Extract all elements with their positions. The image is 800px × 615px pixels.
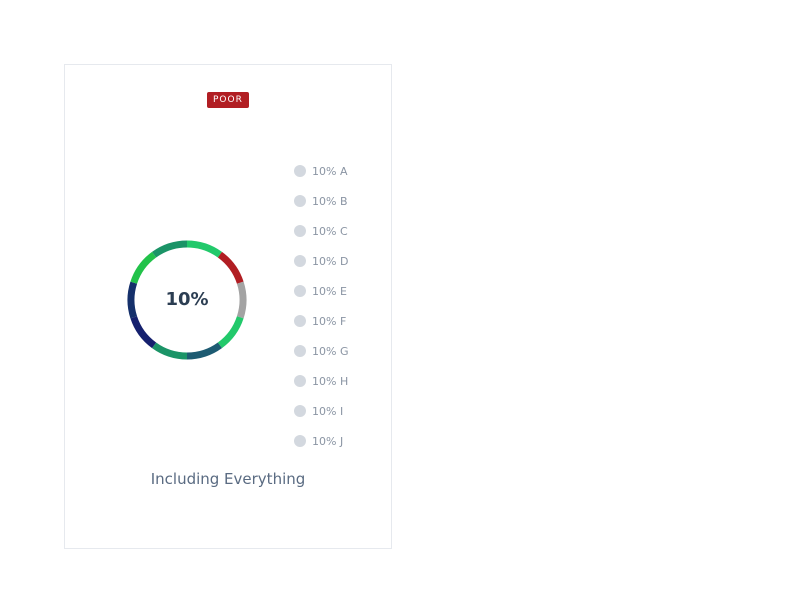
legend-item: 10% G	[294, 336, 348, 366]
legend-marker	[294, 315, 306, 327]
legend-marker	[294, 165, 306, 177]
legend-item: 10% F	[294, 306, 348, 336]
legend-label: 10% I	[312, 404, 344, 418]
legend-item: 10% I	[294, 396, 348, 426]
legend-item: 10% B	[294, 186, 348, 216]
status-badge: POOR	[207, 92, 249, 108]
legend-label: 10% C	[312, 224, 348, 238]
legend-marker	[294, 345, 306, 357]
legend-item: 10% H	[294, 366, 348, 396]
card-caption: Including Everything	[150, 470, 306, 488]
legend-item: 10% C	[294, 216, 348, 246]
legend-label: 10% J	[312, 434, 344, 448]
legend-item: 10% J	[294, 426, 348, 456]
legend-marker	[294, 225, 306, 237]
legend-label: 10% A	[312, 164, 348, 178]
legend-marker	[294, 405, 306, 417]
legend-item: 10% E	[294, 276, 348, 306]
legend-label: 10% D	[312, 254, 349, 268]
legend-marker	[294, 435, 306, 447]
legend-label: 10% G	[312, 344, 349, 358]
legend-label: 10% H	[312, 374, 349, 388]
legend-label: 10% E	[312, 284, 347, 298]
donut-chart: 10%	[123, 236, 251, 364]
chart-legend: 10% A 10% B 10% C 10% D 10% E 10% F 10% G 10% H…	[294, 156, 348, 456]
legend-marker	[294, 375, 306, 387]
legend-item: 10% A	[294, 156, 348, 186]
legend-marker	[294, 195, 306, 207]
score-card: POOR 10% 10% A 10% B 10% C 10% D 10% E 10% F1…	[64, 64, 392, 549]
legend-label: 10% B	[312, 194, 348, 208]
donut-center-value: 10%	[165, 289, 209, 310]
legend-label: 10% F	[312, 314, 347, 328]
legend-marker	[294, 285, 306, 297]
legend-item: 10% D	[294, 246, 348, 276]
legend-marker	[294, 255, 306, 267]
